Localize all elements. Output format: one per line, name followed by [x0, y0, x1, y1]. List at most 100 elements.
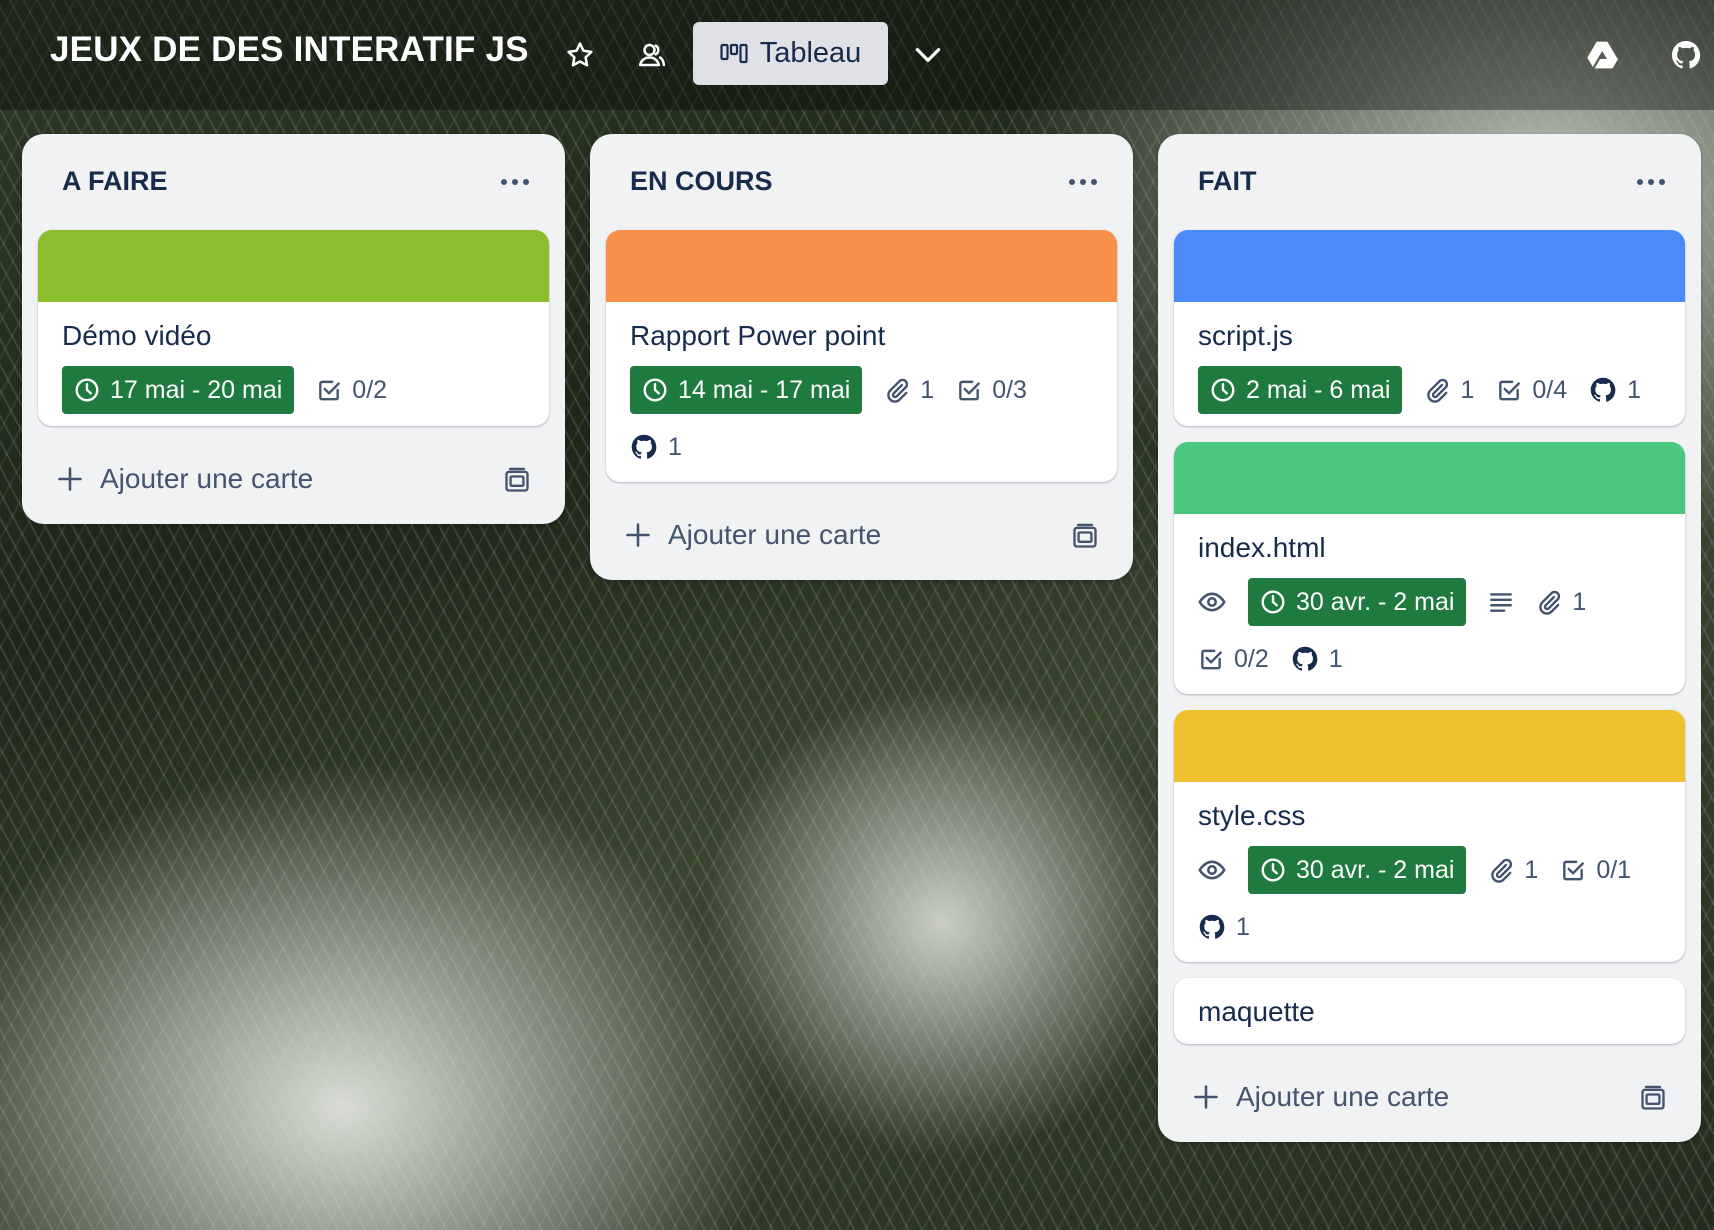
- card-cover: [606, 230, 1117, 302]
- list-en-cours: EN COURS Rapport Power point 14 mai - 17…: [590, 134, 1133, 580]
- checklist-icon: [1496, 377, 1522, 403]
- attachment-count: 1: [920, 375, 935, 404]
- list-header: FAIT: [1158, 134, 1701, 230]
- checklist-count: 0/2: [352, 375, 388, 404]
- checklist-count: 0/2: [1234, 644, 1269, 673]
- more-dot-icon: [1091, 179, 1097, 185]
- github-power-up-button[interactable]: [1664, 33, 1708, 77]
- google-drive-icon: [1587, 41, 1618, 69]
- checklist-badge: 0/2: [316, 367, 387, 413]
- description-icon: [1488, 589, 1514, 615]
- google-drive-button[interactable]: [1580, 33, 1624, 77]
- more-dot-icon: [1637, 179, 1643, 185]
- card-cover: [38, 230, 549, 302]
- checklist-count: 0/1: [1596, 855, 1632, 884]
- add-card-label: Ajouter une carte: [100, 463, 314, 494]
- board-view-icon: [720, 43, 748, 63]
- card-template-icon[interactable]: [503, 466, 531, 494]
- eye-icon: [1198, 856, 1226, 884]
- list-menu-button[interactable]: [1629, 162, 1673, 202]
- more-dot-icon: [1080, 179, 1086, 185]
- card-template-icon[interactable]: [1071, 522, 1099, 550]
- checklist-icon: [1560, 857, 1586, 883]
- more-dot-icon: [1659, 179, 1665, 185]
- card[interactable]: style.css 30 avr. - 2 mai 1 0/1 1: [1174, 710, 1685, 962]
- checklist-icon: [316, 377, 342, 403]
- due-date-text: 17 mai - 20 mai: [110, 375, 283, 404]
- card-title: maquette: [1198, 996, 1315, 1027]
- card-title: style.css: [1198, 800, 1306, 831]
- card-cover: [1174, 230, 1685, 302]
- due-date-text: 30 avr. - 2 mai: [1296, 587, 1455, 616]
- card-title: index.html: [1198, 532, 1326, 563]
- github-badge: 1: [1198, 904, 1250, 950]
- card-cover: [1174, 442, 1685, 514]
- checklist-badge: 0/2: [1198, 636, 1269, 682]
- chevron-down-icon: [915, 48, 941, 62]
- card-template-icon[interactable]: [1639, 1084, 1667, 1112]
- due-date-text: 14 mai - 17 mai: [678, 375, 851, 404]
- checklist-badge: 0/1: [1560, 847, 1631, 893]
- list-fait: FAIT script.js 2 mai - 6 mai 1 0/4 1 ind…: [1158, 134, 1701, 1142]
- clock-icon: [1260, 857, 1286, 883]
- due-date-badge[interactable]: 30 avr. - 2 mai: [1248, 846, 1467, 894]
- github-badge: 1: [630, 424, 682, 470]
- attachment-count: 1: [1524, 855, 1539, 884]
- clock-icon: [1210, 377, 1236, 403]
- card[interactable]: index.html 30 avr. - 2 mai 1 0/2 1: [1174, 442, 1685, 694]
- view-switcher-button[interactable]: [906, 33, 950, 77]
- attachment-badge: 1: [1536, 579, 1586, 625]
- add-card-button[interactable]: Ajouter une carte: [38, 442, 549, 516]
- card[interactable]: script.js 2 mai - 6 mai 1 0/4 1: [1174, 230, 1685, 426]
- list-title[interactable]: EN COURS: [630, 166, 773, 197]
- github-badge: 1: [1291, 636, 1343, 682]
- board-view-label: Tableau: [759, 37, 862, 69]
- eye-icon: [1198, 588, 1226, 616]
- card[interactable]: maquette: [1174, 978, 1685, 1044]
- visibility-button[interactable]: [630, 33, 674, 77]
- github-icon: [1589, 376, 1617, 404]
- checklist-badge: 0/3: [956, 367, 1027, 413]
- checklist-badge: 0/4: [1496, 367, 1567, 413]
- more-dot-icon: [512, 179, 518, 185]
- list-title[interactable]: FAIT: [1198, 166, 1257, 197]
- paperclip-icon: [1424, 377, 1450, 403]
- card[interactable]: Démo vidéo 17 mai - 20 mai 0/2: [38, 230, 549, 426]
- checklist-icon: [1198, 646, 1224, 672]
- description-badge: [1488, 579, 1514, 625]
- list-menu-button[interactable]: [493, 162, 537, 202]
- list-menu-button[interactable]: [1061, 162, 1105, 202]
- clock-icon: [74, 377, 100, 403]
- due-date-badge[interactable]: 14 mai - 17 mai: [630, 366, 863, 414]
- github-icon: [1670, 39, 1702, 71]
- github-icon: [1198, 913, 1226, 941]
- more-dot-icon: [1648, 179, 1654, 185]
- attachment-count: 1: [1460, 375, 1475, 404]
- github-icon: [630, 433, 658, 461]
- list-header: A FAIRE: [22, 134, 565, 230]
- list-a-faire: A FAIRE Démo vidéo 17 mai - 20 mai 0/2 A…: [22, 134, 565, 524]
- add-card-button[interactable]: Ajouter une carte: [606, 498, 1117, 572]
- github-badge: 1: [1589, 367, 1641, 413]
- plus-icon: [1192, 1083, 1220, 1111]
- checklist-count: 0/3: [992, 375, 1027, 404]
- due-date-text: 30 avr. - 2 mai: [1296, 855, 1455, 884]
- attachment-badge: 1: [1424, 367, 1474, 413]
- plus-icon: [56, 465, 84, 493]
- more-dot-icon: [1069, 179, 1075, 185]
- card[interactable]: Rapport Power point 14 mai - 17 mai 1 0/…: [606, 230, 1117, 482]
- board-view-button[interactable]: Tableau: [693, 22, 888, 85]
- due-date-badge[interactable]: 17 mai - 20 mai: [62, 366, 295, 414]
- board-header: JEUX DE DES INTERATIF JS Tableau: [0, 0, 1714, 110]
- star-button[interactable]: [558, 33, 602, 77]
- checklist-icon: [956, 377, 982, 403]
- add-card-button[interactable]: Ajouter une carte: [1174, 1060, 1685, 1134]
- github-count: 1: [1328, 644, 1343, 673]
- board-title[interactable]: JEUX DE DES INTERATIF JS: [50, 30, 529, 70]
- due-date-badge[interactable]: 2 mai - 6 mai: [1198, 366, 1403, 414]
- due-date-badge[interactable]: 30 avr. - 2 mai: [1248, 578, 1467, 626]
- github-icon: [1291, 645, 1319, 673]
- list-title[interactable]: A FAIRE: [62, 166, 168, 197]
- attachment-badge: 1: [1488, 847, 1538, 893]
- card-title: Rapport Power point: [630, 320, 886, 351]
